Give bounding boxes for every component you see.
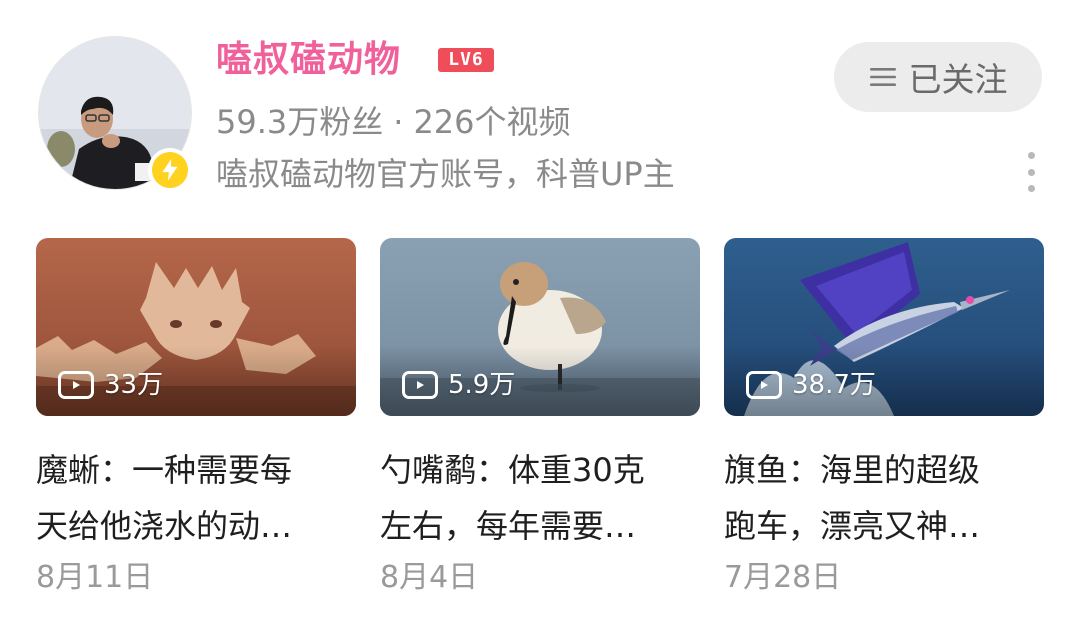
video-card[interactable]: 38.7万 旗鱼：海里的超级 跑车，漂亮又神… 7月28日: [724, 238, 1044, 598]
view-count-text: 5.9万: [448, 370, 516, 400]
stats-separator: ·: [393, 103, 404, 141]
play-icon: [746, 371, 782, 399]
view-count-text: 38.7万: [792, 370, 876, 400]
video-title-line[interactable]: 天给他浇水的动…: [36, 498, 356, 554]
lightning-icon: [162, 159, 178, 181]
video-title-line[interactable]: 跑车，漂亮又神…: [724, 498, 1044, 554]
video-date: 7月28日: [724, 560, 842, 595]
play-icon: [58, 371, 94, 399]
view-count: 33万: [58, 370, 163, 400]
video-date: 8月11日: [36, 560, 154, 595]
video-thumbnail[interactable]: 33万: [36, 238, 356, 416]
view-count: 5.9万: [402, 370, 515, 400]
channel-name[interactable]: 嗑叔磕动物: [216, 38, 401, 82]
menu-icon: [869, 68, 896, 86]
follower-count: 59.3万粉丝: [216, 103, 384, 141]
video-date: 8月4日: [380, 560, 479, 595]
more-options-icon[interactable]: [1020, 152, 1042, 192]
channel-stats: 59.3万粉丝 · 226个视频: [216, 100, 571, 144]
follow-button[interactable]: 已关注: [834, 42, 1042, 112]
view-count-text: 33万: [104, 370, 164, 400]
video-count: 226个视频: [413, 103, 571, 141]
channel-avatar[interactable]: [38, 36, 192, 192]
video-title-line[interactable]: 左右，每年需要…: [380, 498, 700, 554]
video-title-line[interactable]: 旗鱼：海里的超级: [724, 442, 1044, 498]
follow-button-label: 已关注: [908, 60, 1008, 99]
video-title-line[interactable]: 魔蜥：一种需要每: [36, 442, 356, 498]
verified-badge: [148, 148, 192, 192]
channel-description: 嗑叔磕动物官方账号，科普UP主: [216, 155, 675, 193]
video-thumbnail[interactable]: 38.7万: [724, 238, 1044, 416]
level-badge: LV6: [438, 48, 494, 72]
video-title-line[interactable]: 勺嘴鹬：体重30克: [380, 442, 700, 498]
play-icon: [402, 371, 438, 399]
video-thumbnail[interactable]: 5.9万: [380, 238, 700, 416]
video-card[interactable]: 33万 魔蜥：一种需要每 天给他浇水的动… 8月11日: [36, 238, 356, 598]
view-count: 38.7万: [746, 370, 876, 400]
video-card[interactable]: 5.9万 勺嘴鹬：体重30克 左右，每年需要… 8月4日: [380, 238, 700, 598]
